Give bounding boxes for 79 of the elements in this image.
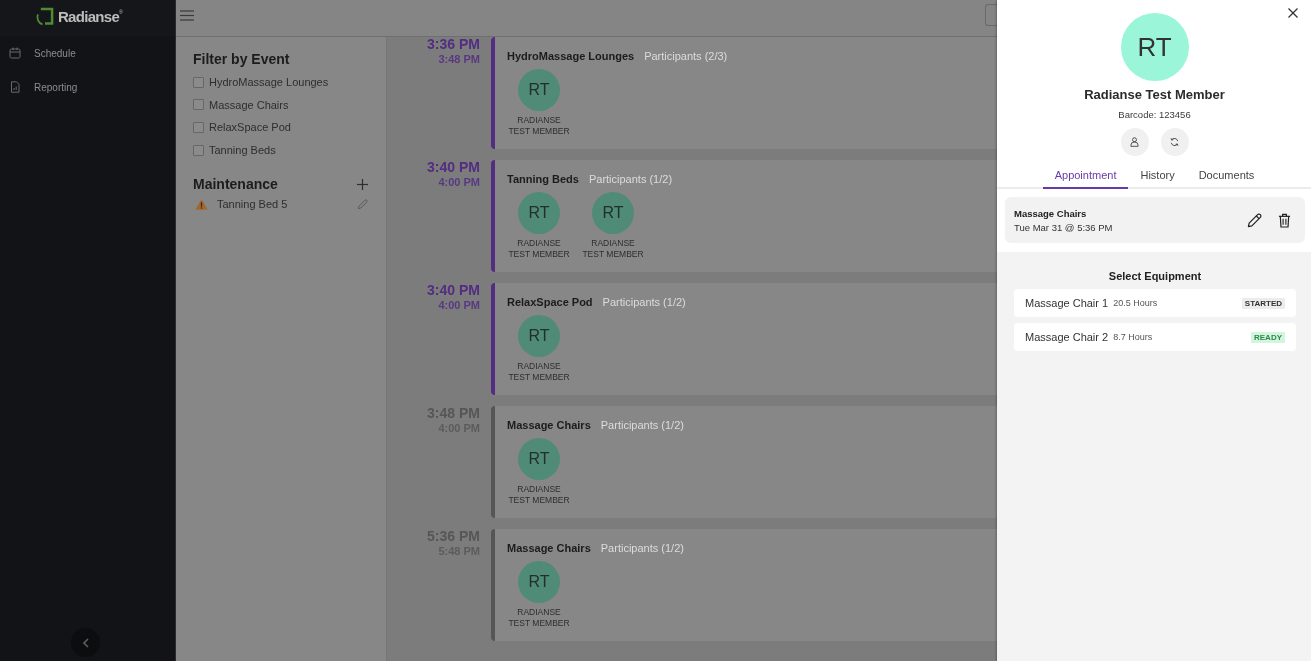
end-time: 4:00 PM [438, 298, 480, 312]
member-avatar[interactable]: RT [518, 192, 560, 234]
member-name: RADIANSE TEST MEMBER [581, 238, 645, 260]
status-badge: READY [1251, 331, 1285, 343]
participants-count: Participants (1/2) [600, 542, 684, 554]
trash-icon[interactable] [1278, 212, 1291, 228]
event-card[interactable]: Massage Chairs Participants (1/2) RT RADIANSE TEST MEMBER [491, 406, 997, 518]
participants-count: Participants (1/2) [600, 419, 684, 431]
event-checkbox[interactable] [193, 99, 204, 111]
event-filter-label[interactable]: Massage Chairs [209, 98, 289, 111]
maintenance-item-label[interactable]: Tanning Bed 5 [217, 198, 357, 211]
event-card[interactable]: Massage Chairs Participants (1/2) RT RADIANSE TEST MEMBER [491, 529, 997, 641]
plus-icon[interactable] [357, 179, 368, 191]
logo-text: Radianse$^{®}$ [57, 7, 123, 25]
close-icon[interactable] [1288, 8, 1298, 18]
member-name: RADIANSE TEST MEMBER [507, 361, 571, 383]
member-avatar[interactable]: RT [592, 192, 634, 234]
start-time: 3:40 PM [427, 282, 480, 298]
event-card[interactable]: HydroMassage Lounges Participants (2/3) RT RADIANSE TEST MEMBER [491, 37, 997, 149]
chevron-left-icon [82, 637, 89, 648]
equipment-hours: 8.7 Hours [1113, 332, 1153, 342]
participants-count: Participants (2/3) [644, 50, 728, 62]
profile-button[interactable] [1120, 128, 1149, 156]
member-avatar-large: RT [1120, 13, 1189, 81]
event-filter-label[interactable]: RelaxSpace Pod [209, 121, 291, 134]
member-avatar[interactable]: RT [518, 315, 560, 357]
equipment-name: Massage Chair 2 [1025, 331, 1109, 343]
member-name: RADIANSE TEST MEMBER [507, 115, 571, 137]
appointment-title: Massage Chairs [1014, 207, 1088, 219]
calendar-icon [9, 47, 21, 59]
barcode-text: Barcode: 123456 [1117, 108, 1192, 121]
start-time: 3:40 PM [427, 159, 480, 175]
end-time: 4:00 PM [438, 175, 480, 189]
filter-heading: Filter by Event [193, 51, 291, 68]
participants-count: Participants (1/2) [602, 296, 686, 308]
event-title: RelaxSpace Pod [507, 296, 593, 308]
member-name: RADIANSE TEST MEMBER [507, 238, 571, 260]
equipment-heading: Select Equipment [1107, 270, 1203, 283]
member-avatar[interactable]: RT [518, 561, 560, 603]
status-badge: STARTED [1241, 297, 1285, 309]
warning-icon [195, 198, 208, 210]
tab[interactable]: History [1128, 162, 1187, 189]
event-title: HydroMassage Lounges [507, 50, 635, 62]
event-title: Massage Chairs [507, 419, 591, 431]
collapse-button[interactable] [71, 628, 100, 657]
start-time: 3:36 PM [427, 37, 480, 52]
member-name-heading: Radianse Test Member [1083, 87, 1226, 103]
logo-icon [34, 6, 55, 26]
refresh-icon [1170, 137, 1179, 147]
member-name: RADIANSE TEST MEMBER [507, 607, 571, 629]
member-avatar[interactable]: RT [518, 438, 560, 480]
event-title: Massage Chairs [507, 542, 591, 554]
appointment-time: Tue Mar 31 @ 5:36 PM [1014, 221, 1114, 233]
nav-item[interactable]: Reporting [0, 70, 175, 104]
event-card[interactable]: RelaxSpace Pod Participants (1/2) RT RADIANSE TEST MEMBER [491, 283, 997, 395]
event-title: Tanning Beds [507, 173, 579, 185]
tab[interactable]: Appointment [1042, 162, 1129, 189]
menu-icon[interactable] [180, 9, 194, 21]
end-time: 3:48 PM [438, 52, 480, 66]
refresh-button[interactable] [1160, 128, 1189, 156]
member-avatar[interactable]: RT [518, 69, 560, 111]
tab[interactable]: Documents [1186, 162, 1267, 189]
equipment-item[interactable]: Massage Chair 1 20.5 Hours STARTED [1014, 289, 1296, 317]
event-checkbox[interactable] [193, 76, 204, 88]
equipment-name: Massage Chair 1 [1025, 297, 1109, 309]
equipment-hours: 20.5 Hours [1113, 298, 1158, 308]
participants-count: Participants (1/2) [588, 173, 673, 185]
person-icon [1130, 137, 1139, 147]
nav-item[interactable]: Schedule [0, 36, 175, 70]
event-filter-label[interactable]: HydroMassage Lounges [209, 76, 329, 89]
event-checkbox[interactable] [193, 144, 204, 156]
event-card[interactable]: Tanning Beds Participants (1/2) RT RADIANSE TEST MEMBER RT RADIANSE TEST MEMBER [491, 160, 997, 272]
pencil-icon[interactable] [1247, 212, 1262, 228]
document-icon [9, 81, 21, 93]
equipment-item[interactable]: Massage Chair 2 8.7 Hours READY [1014, 323, 1296, 351]
event-filter-label[interactable]: Tanning Beds [209, 144, 276, 157]
event-checkbox[interactable] [193, 122, 204, 133]
maintenance-heading: Maintenance [193, 176, 278, 194]
member-name: RADIANSE TEST MEMBER [507, 484, 571, 506]
